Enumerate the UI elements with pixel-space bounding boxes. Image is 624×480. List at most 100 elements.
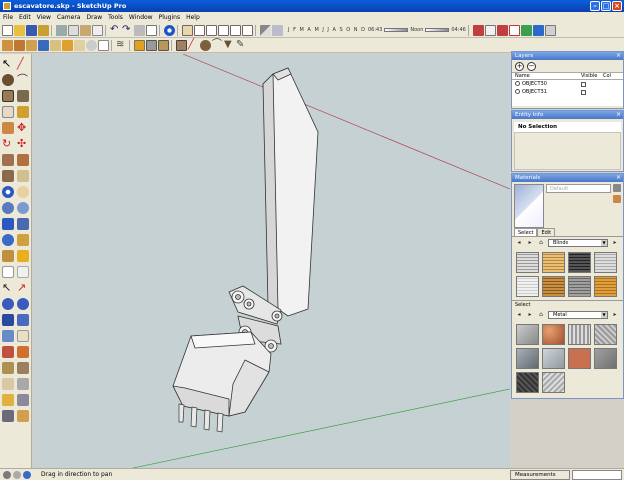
polygon-icon[interactable]: ▼ <box>224 39 235 51</box>
menu-file[interactable]: File <box>3 14 13 21</box>
protractor-tool-icon[interactable]: ↖ <box>2 282 14 294</box>
close-icon[interactable]: × <box>616 174 621 182</box>
menu-plugins[interactable]: Plugins <box>159 14 181 21</box>
menu-edit[interactable]: Edit <box>19 14 31 21</box>
add-layer-icon[interactable]: + <box>515 61 524 71</box>
new-icon[interactable] <box>2 24 13 36</box>
material-swatch[interactable] <box>516 372 539 393</box>
intersect-tool-icon[interactable] <box>17 170 29 182</box>
material-swatch[interactable] <box>568 324 591 345</box>
material-swatch[interactable] <box>516 324 539 345</box>
text-label-icon[interactable] <box>2 346 14 358</box>
material-swatch[interactable] <box>594 324 617 345</box>
3d-text-icon[interactable] <box>17 346 29 358</box>
material-swatch[interactable] <box>568 252 591 273</box>
redo-icon[interactable]: ↷ <box>122 24 133 36</box>
material-swatch[interactable] <box>542 252 565 273</box>
group-icon[interactable] <box>146 39 157 51</box>
text-tool-icon[interactable]: ↗ <box>17 282 29 294</box>
eraser-tool-icon[interactable] <box>2 106 14 118</box>
menu-draw[interactable]: Draw <box>86 14 102 21</box>
zoom-extents-icon[interactable] <box>2 218 14 230</box>
home-icon[interactable]: ⌂ <box>537 239 545 247</box>
save-icon[interactable] <box>26 24 37 36</box>
make-component-icon[interactable] <box>38 24 49 36</box>
material-swatch[interactable] <box>594 276 617 297</box>
nav-icon[interactable]: ≋ <box>116 39 127 51</box>
follow-me-tool-icon[interactable] <box>17 154 29 166</box>
open-icon[interactable] <box>14 24 25 36</box>
material-swatch[interactable] <box>594 348 617 369</box>
style-textured-icon[interactable] <box>532 24 544 36</box>
material-swatch[interactable] <box>516 276 539 297</box>
dimension-icon[interactable] <box>17 362 29 374</box>
material-name-field[interactable]: Default <box>546 184 611 193</box>
layers-panel-title[interactable]: Layers × <box>512 52 623 60</box>
shadow-months[interactable]: J F M A M J J A S O N D <box>288 27 366 33</box>
minimize-button[interactable]: – <box>590 1 600 11</box>
select-tool-icon[interactable]: ↖ <box>2 58 14 70</box>
dimension-tool-icon[interactable] <box>17 266 29 278</box>
menu-view[interactable]: View <box>37 14 51 21</box>
walk-icon[interactable] <box>2 378 14 390</box>
polygon-tool-icon[interactable] <box>17 90 29 102</box>
style-shaded-icon[interactable] <box>520 24 532 36</box>
zoom-window-icon[interactable] <box>17 202 29 214</box>
bank-icon[interactable] <box>17 330 29 342</box>
flip-edge-icon[interactable] <box>74 39 85 51</box>
style-xray-icon[interactable] <box>472 24 484 36</box>
material-swatch[interactable] <box>516 252 539 273</box>
close-button[interactable]: × <box>612 1 622 11</box>
geo-location-icon[interactable] <box>3 470 11 479</box>
camera-icon[interactable] <box>2 410 14 422</box>
tab-select[interactable]: Select <box>514 228 538 236</box>
footprint-icon[interactable] <box>2 394 14 406</box>
menu-camera[interactable]: Camera <box>57 14 81 21</box>
menu-tools[interactable]: Tools <box>108 14 123 21</box>
plane-icon[interactable] <box>17 314 29 326</box>
chevron-down-icon[interactable]: ▼ <box>601 312 607 318</box>
print-icon[interactable] <box>134 24 145 36</box>
xray-icon[interactable] <box>86 39 97 51</box>
line-icon[interactable]: ╱ <box>188 39 199 51</box>
wireframe-icon[interactable] <box>98 39 109 51</box>
section-plane-icon[interactable] <box>17 250 29 262</box>
fly-icon[interactable] <box>2 314 14 326</box>
rectangle-icon[interactable] <box>176 39 187 51</box>
tab-edit[interactable]: Edit <box>537 228 556 236</box>
scale-tool-icon[interactable]: ✣ <box>17 138 29 150</box>
zoom-in-icon[interactable] <box>2 298 14 310</box>
active-layer-radio[interactable] <box>515 81 520 86</box>
shadow-time-slider[interactable] <box>384 28 409 32</box>
material-swatch[interactable] <box>542 348 565 369</box>
details-icon[interactable]: ▸ <box>611 239 619 247</box>
zoom-tool-icon[interactable] <box>2 202 14 214</box>
style-hidden-line-icon[interactable] <box>508 24 520 36</box>
circle-icon[interactable] <box>200 39 211 51</box>
materials-panel-title[interactable]: Materials × <box>512 174 623 182</box>
credits-icon[interactable] <box>13 470 21 479</box>
col-name[interactable]: Name <box>515 73 581 80</box>
material-swatch[interactable] <box>594 252 617 273</box>
front-view-icon[interactable] <box>206 24 217 36</box>
drape-icon[interactable] <box>50 39 61 51</box>
style-back-edges-icon[interactable] <box>484 24 496 36</box>
sandbox-from-scratch-icon[interactable] <box>14 39 25 51</box>
material-swatch[interactable] <box>542 372 565 393</box>
measurements-input[interactable] <box>572 469 622 480</box>
eye-icon[interactable] <box>17 378 29 390</box>
back-icon[interactable]: ◂ <box>515 311 523 319</box>
layer-visible-checkbox[interactable] <box>581 81 586 87</box>
look-around-icon[interactable] <box>17 234 29 246</box>
add-detail-icon[interactable] <box>62 39 73 51</box>
tape-tool-icon[interactable] <box>17 106 29 118</box>
details-icon[interactable]: ▸ <box>611 311 619 319</box>
model-info-icon[interactable] <box>146 24 157 36</box>
binoculars-icon[interactable] <box>17 394 29 406</box>
forward-icon[interactable]: ▸ <box>526 311 534 319</box>
undo-icon[interactable]: ↶ <box>110 24 121 36</box>
zoom-out-icon[interactable] <box>17 298 29 310</box>
paste-icon[interactable] <box>80 24 91 36</box>
axes-tool-icon[interactable] <box>2 266 14 278</box>
right-view-icon[interactable] <box>218 24 229 36</box>
